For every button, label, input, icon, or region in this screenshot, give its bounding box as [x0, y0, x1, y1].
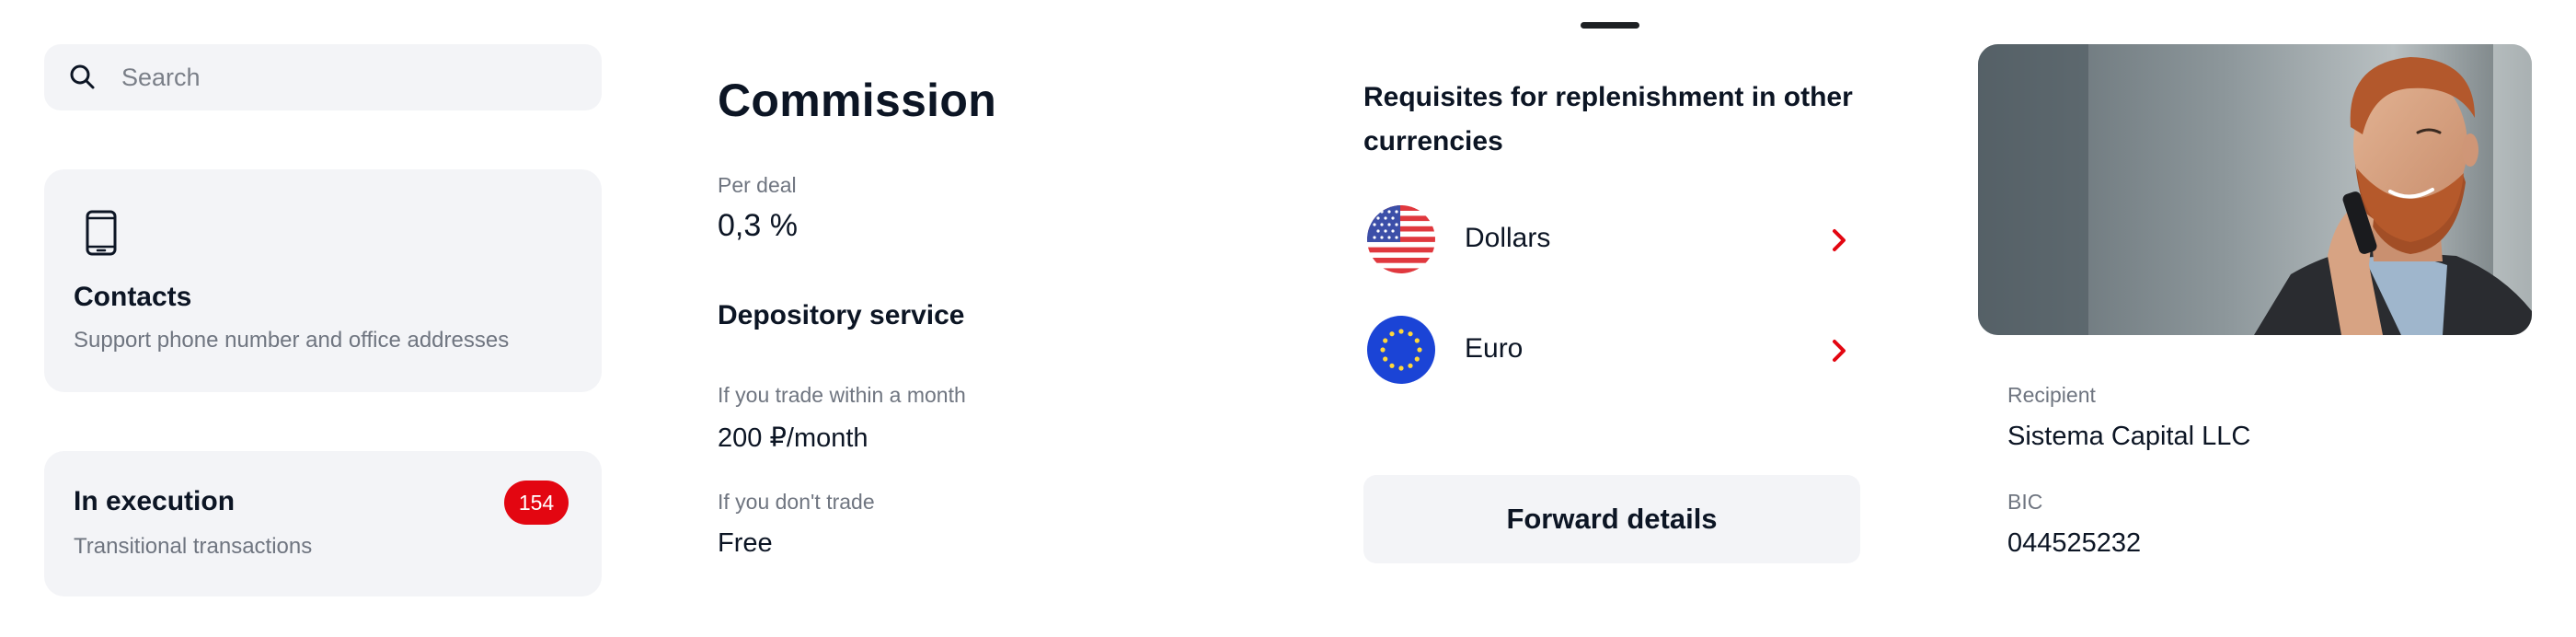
- commission-title: Commission: [718, 75, 997, 126]
- currency-label-euro: Euro: [1465, 333, 1524, 364]
- contacts-card[interactable]: Contacts Support phone number and office…: [44, 169, 602, 392]
- man-on-phone-photo: [1978, 44, 2532, 335]
- bic-value: 044525232: [2007, 528, 2142, 558]
- smartphone-icon: [86, 210, 117, 256]
- drag-handle[interactable]: [1581, 22, 1639, 29]
- requisites-title: Requisites for replenishment in other cu…: [1363, 82, 1853, 156]
- currency-row-dollars[interactable]: Dollars: [1363, 203, 1860, 276]
- no-trade-value: Free: [718, 528, 773, 558]
- us-flag-icon: [1367, 205, 1435, 273]
- trade-month-label: If you trade within a month: [718, 383, 966, 407]
- search-input[interactable]: [120, 62, 565, 93]
- recipient-label: Recipient: [2007, 383, 2096, 407]
- no-trade-label: If you don't trade: [718, 490, 875, 514]
- chevron-right-icon: [1833, 229, 1846, 251]
- search-icon: [70, 64, 95, 89]
- trade-month-value: 200 ₽/month: [718, 423, 868, 453]
- depository-title: Depository service: [718, 300, 965, 330]
- in-execution-title: In execution: [74, 486, 236, 516]
- eu-flag-icon: [1367, 316, 1435, 384]
- in-execution-subtitle: Transitional transactions: [74, 534, 313, 559]
- recipient-value: Sistema Capital LLC: [2007, 422, 2251, 451]
- count-badge: 154: [504, 481, 569, 525]
- contacts-title: Contacts: [74, 282, 192, 312]
- contacts-subtitle: Support phone number and office addresse…: [74, 328, 510, 353]
- per-deal-value: 0,3 %: [718, 208, 798, 243]
- per-deal-label: Per deal: [718, 173, 797, 197]
- currency-label-dollars: Dollars: [1465, 223, 1551, 253]
- currency-row-euro[interactable]: Euro: [1363, 313, 1860, 387]
- in-execution-card[interactable]: In execution Transitional transactions 1…: [44, 451, 602, 596]
- chevron-right-icon: [1833, 340, 1846, 362]
- bic-label: BIC: [2007, 490, 2043, 514]
- forward-details-button[interactable]: Forward details: [1363, 475, 1860, 563]
- search-bar[interactable]: [44, 44, 602, 110]
